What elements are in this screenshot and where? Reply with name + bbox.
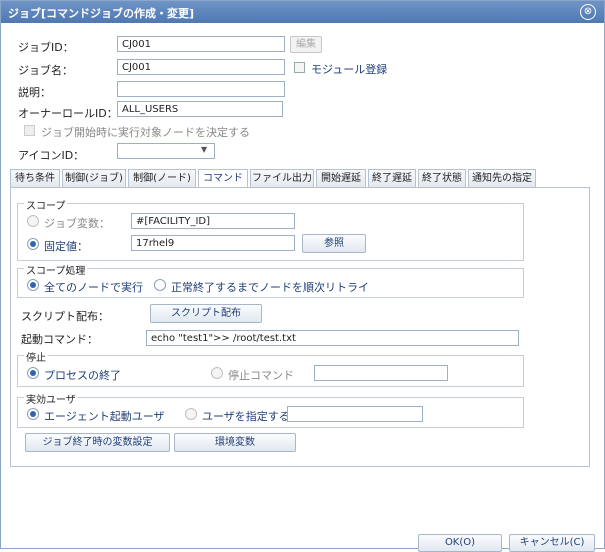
all-nodes-label: 全てのノードで実行 [44,281,143,294]
stop-command-label: 停止コマンド [228,369,294,382]
process-end-radio[interactable] [27,367,39,379]
job-id-input[interactable]: CJ001 [117,36,285,52]
fixed-value-input[interactable]: 17rhel9 [131,235,295,251]
owner-role-input[interactable]: ALL_USERS [117,101,283,117]
agent-user-radio[interactable] [27,408,39,420]
tab-start-delay[interactable]: 開始遅延 [316,169,366,187]
command-tab-panel: スコープ ジョブ変数： #[FACILITY_ID] 固定値： 17rhel9 … [10,187,590,467]
scope-group: スコープ ジョブ変数： #[FACILITY_ID] 固定値： 17rhel9 … [17,197,524,261]
stop-group: 停止 プロセスの終了 停止コマンド [17,349,524,387]
start-command-input[interactable]: echo "test1">> /root/test.txt [146,330,519,346]
retry-label: 正常終了するまでノードを順次リトライ [171,281,369,294]
job-variable-input[interactable]: #[FACILITY_ID] [131,213,295,229]
title-bar: ジョブ[コマンドジョブの作成・変更] ⊗ [1,1,604,23]
specify-user-label: ユーザを指定する [202,410,290,423]
agent-user-label: エージェント起動ユーザ [44,410,165,423]
stop-command-radio[interactable] [211,367,223,379]
tab-control-job[interactable]: 制御(ジョブ) [62,169,126,187]
job-variable-label: ジョブ変数： [44,217,110,230]
scope-legend: スコープ [24,197,68,212]
process-end-label: プロセスの終了 [44,369,121,382]
tab-wait-condition[interactable]: 待ち条件 [10,169,60,187]
script-dist-label: スクリプト配布： [21,310,109,323]
effective-user-legend: 実効ユーザ [24,391,78,406]
decide-node-label: ジョブ開始時に実行対象ノードを決定する [41,126,250,139]
module-register-checkbox[interactable] [294,62,305,73]
icon-id-label: アイコンID： [18,149,85,162]
tab-notify[interactable]: 通知先の指定 [468,169,536,187]
job-name-label: ジョブ名： [18,64,73,77]
tab-control-node[interactable]: 制御(ノード) [128,169,196,187]
tab-file-output[interactable]: ファイル出力 [250,169,314,187]
retry-radio[interactable] [154,279,166,291]
job-end-variable-button[interactable]: ジョブ終了時の変数設定 [25,433,170,452]
job-id-label: ジョブID： [18,41,74,54]
fixed-value-radio[interactable] [27,238,39,250]
edit-button[interactable]: 編集 [290,36,322,53]
decide-node-checkbox[interactable] [24,125,35,136]
scope-process-legend: スコープ処理 [24,262,88,277]
job-name-input[interactable]: CJ001 [117,59,285,75]
specify-user-radio[interactable] [185,408,197,420]
chevron-down-icon[interactable]: ▼ [201,145,207,154]
job-variable-radio[interactable] [27,215,39,227]
tab-command[interactable]: コマンド [198,169,248,188]
module-register-label: モジュール登録 [311,63,388,76]
stop-command-input[interactable] [314,365,448,381]
start-command-label: 起動コマンド： [21,333,98,346]
environment-variable-button[interactable]: 環境変数 [174,433,296,452]
owner-role-label: オーナーロールID： [18,107,118,120]
job-dialog: ジョブ[コマンドジョブの作成・変更] ⊗ ジョブID： CJ001 編集 ジョブ… [0,0,605,552]
cancel-button[interactable]: キャンセル(C) [509,534,595,552]
stop-legend: 停止 [24,349,48,364]
tab-end-delay[interactable]: 終了遅延 [368,169,416,187]
description-input[interactable] [117,81,285,97]
specify-user-input[interactable] [287,406,423,422]
scope-process-group: スコープ処理 全てのノードで実行 正常終了するまでノードを順次リトライ [17,262,524,298]
effective-user-group: 実効ユーザ エージェント起動ユーザ ユーザを指定する [17,391,524,428]
tab-end-status[interactable]: 終了状態 [418,169,466,187]
fixed-value-label: 固定値： [44,240,88,253]
window-title: ジョブ[コマンドジョブの作成・変更] [8,7,195,20]
ok-button[interactable]: OK(O) [418,534,502,552]
all-nodes-radio[interactable] [27,279,39,291]
close-icon[interactable]: ⊗ [580,4,596,20]
script-dist-button[interactable]: スクリプト配布 [150,304,262,323]
reference-button[interactable]: 参照 [302,234,366,253]
description-label: 説明： [18,86,51,99]
